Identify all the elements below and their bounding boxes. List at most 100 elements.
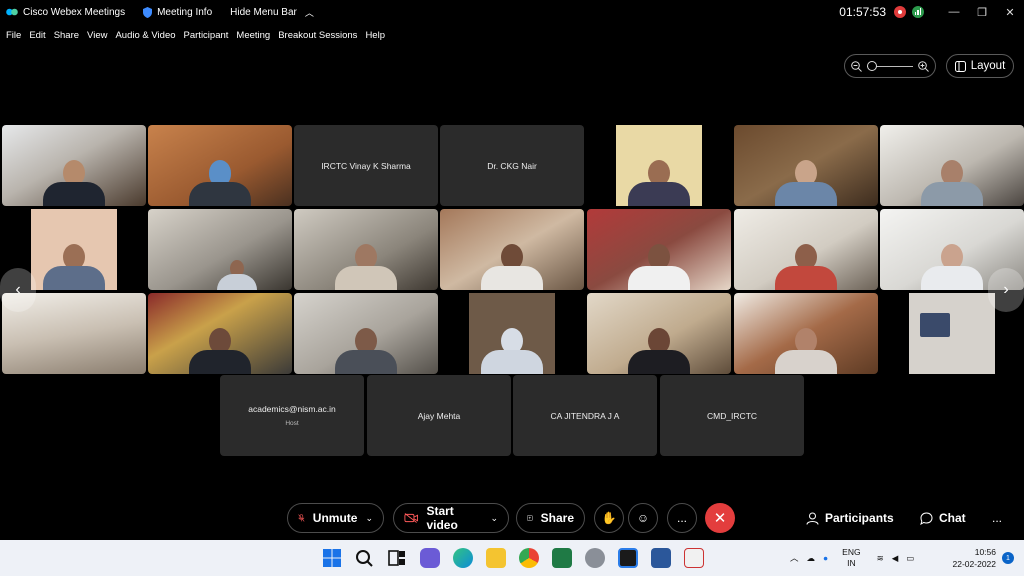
menu-edit[interactable]: Edit xyxy=(29,30,45,41)
language-indicator[interactable]: ENG IN xyxy=(842,547,860,569)
system-tray: ︿ ☁ ● ENG IN ≋ ◀ ▭ xyxy=(790,540,914,576)
chevron-up-icon[interactable]: ︿ xyxy=(790,552,799,564)
zoom-slider-handle[interactable] xyxy=(867,60,877,71)
battery-icon[interactable]: ▭ xyxy=(906,553,914,564)
previous-page-button[interactable]: ‹ xyxy=(0,268,36,312)
start-button[interactable] xyxy=(322,548,342,568)
zoom-in-icon[interactable] xyxy=(918,60,929,72)
participants-button[interactable]: Participants xyxy=(806,503,894,533)
webex-taskbar-button[interactable] xyxy=(618,548,638,568)
participant-video-feed xyxy=(775,244,837,290)
participant-video-feed xyxy=(43,244,105,290)
wifi-icon[interactable]: ≋ xyxy=(877,553,884,564)
zoom-out-icon[interactable] xyxy=(851,60,862,72)
chevron-left-icon: ‹ xyxy=(15,281,21,298)
search-taskbar-button[interactable] xyxy=(354,548,374,568)
emoji-icon: ☺ xyxy=(636,511,650,525)
more-options-button[interactable]: ... xyxy=(667,503,697,533)
layout-button[interactable]: Layout xyxy=(946,54,1014,78)
participant-video-tile[interactable] xyxy=(734,125,878,206)
participant-name-tile[interactable]: CMD_IRCTC xyxy=(660,375,804,456)
chevron-down-icon[interactable]: ⌄ xyxy=(365,513,373,524)
participant-video-tile[interactable] xyxy=(148,293,292,374)
participant-video-tile[interactable] xyxy=(587,293,731,374)
participant-video-feed xyxy=(775,160,837,206)
menu-participant[interactable]: Participant xyxy=(184,30,229,41)
network-health-icon[interactable] xyxy=(912,6,924,18)
minimize-button[interactable]: — xyxy=(940,0,968,24)
zoom-slider[interactable] xyxy=(867,60,913,71)
start-video-button[interactable]: Start video ⌄ xyxy=(393,503,509,533)
chrome-taskbar-button[interactable] xyxy=(519,548,539,568)
menu-view[interactable]: View xyxy=(87,30,107,41)
participant-video-tile[interactable] xyxy=(734,293,878,374)
file-explorer-taskbar-button[interactable] xyxy=(486,548,506,568)
snipping-tool-taskbar-button[interactable] xyxy=(684,548,704,568)
restore-button[interactable]: ❐ xyxy=(968,0,996,24)
notification-badge[interactable]: 1 xyxy=(1002,552,1014,564)
microphone-muted-icon xyxy=(298,514,305,522)
menu-audio-video[interactable]: Audio & Video xyxy=(115,30,175,41)
participant-video-tile[interactable] xyxy=(587,209,731,290)
taskbar-clock[interactable]: 10:56 22-02-2022 xyxy=(953,546,996,570)
chat-label: Chat xyxy=(939,511,966,525)
participant-video-tile[interactable] xyxy=(148,125,292,206)
close-window-button[interactable]: ✕ xyxy=(996,0,1024,24)
task-view-icon xyxy=(388,550,405,566)
share-button[interactable]: Share xyxy=(516,503,585,533)
teams-chat-taskbar-button[interactable] xyxy=(420,548,440,568)
volume-icon[interactable]: ◀ xyxy=(892,553,899,564)
onedrive-icon[interactable]: ☁ xyxy=(807,553,816,564)
reactions-button[interactable]: ☺ xyxy=(628,503,658,533)
recording-icon[interactable] xyxy=(894,6,906,18)
participant-video-tile[interactable] xyxy=(880,125,1024,206)
leave-meeting-button[interactable]: ✕ xyxy=(705,503,735,533)
layout-icon xyxy=(954,60,966,72)
chat-button[interactable]: Chat xyxy=(920,503,966,533)
menu-help[interactable]: Help xyxy=(365,30,385,41)
word-taskbar-button[interactable] xyxy=(651,548,671,568)
clock-date: 22-02-2022 xyxy=(952,559,996,569)
participant-video-tile[interactable] xyxy=(2,125,146,206)
hide-menu-bar-button[interactable]: Hide Menu Bar ︿ xyxy=(230,6,314,19)
participant-video-feed xyxy=(628,328,690,374)
participant-name-tile[interactable]: IRCTC Vinay K Sharma xyxy=(294,125,438,206)
menu-file[interactable]: File xyxy=(6,30,21,41)
participant-video-tile[interactable] xyxy=(294,293,438,374)
chevron-down-icon[interactable]: ⌄ xyxy=(490,513,498,524)
edge-taskbar-button[interactable] xyxy=(453,548,473,568)
next-page-button[interactable]: › xyxy=(988,268,1024,312)
raise-hand-button[interactable]: ✋ xyxy=(594,503,624,533)
participant-name-tile[interactable]: CA JITENDRA J A xyxy=(513,375,657,456)
windows-logo-icon xyxy=(323,549,341,567)
participants-label: Participants xyxy=(825,511,894,525)
participant-name-tile[interactable]: Dr. CKG Nair xyxy=(440,125,584,206)
unmute-button[interactable]: Unmute ⌄ xyxy=(287,503,384,533)
participant-video-tile[interactable] xyxy=(440,293,584,374)
participant-video-tile[interactable] xyxy=(587,125,731,206)
menu-meeting[interactable]: Meeting xyxy=(236,30,270,41)
meeting-timer: 01:57:53 xyxy=(839,5,886,19)
meeting-info-button[interactable]: Meeting Info xyxy=(143,6,212,18)
more-panels-button[interactable]: ... xyxy=(992,503,1002,533)
host-label: Host xyxy=(285,420,299,427)
shield-icon xyxy=(143,6,153,18)
participant-name-tile[interactable]: academics@nism.ac.in Host xyxy=(220,375,364,456)
excel-taskbar-button[interactable] xyxy=(552,548,572,568)
participant-video-feed xyxy=(481,328,543,374)
chevron-right-icon: › xyxy=(1003,281,1009,298)
settings-taskbar-button[interactable] xyxy=(585,548,605,568)
participant-video-tile[interactable] xyxy=(148,209,292,290)
task-view-button[interactable] xyxy=(387,548,407,568)
participant-video-feed xyxy=(921,160,983,206)
participant-video-tile[interactable] xyxy=(440,209,584,290)
participant-name: Dr. CKG Nair xyxy=(487,160,537,171)
participant-video-tile[interactable] xyxy=(734,209,878,290)
participant-video-tile[interactable] xyxy=(294,209,438,290)
more-icon: ... xyxy=(992,511,1003,525)
participant-name-tile[interactable]: Ajay Mehta xyxy=(367,375,511,456)
menu-breakout-sessions[interactable]: Breakout Sessions xyxy=(278,30,357,41)
menu-share[interactable]: Share xyxy=(54,30,79,41)
windows-taskbar: ︿ ☁ ● ENG IN ≋ ◀ ▭ 10:56 22-02-2022 1 xyxy=(0,540,1024,576)
microphone-icon[interactable]: ● xyxy=(823,553,828,563)
